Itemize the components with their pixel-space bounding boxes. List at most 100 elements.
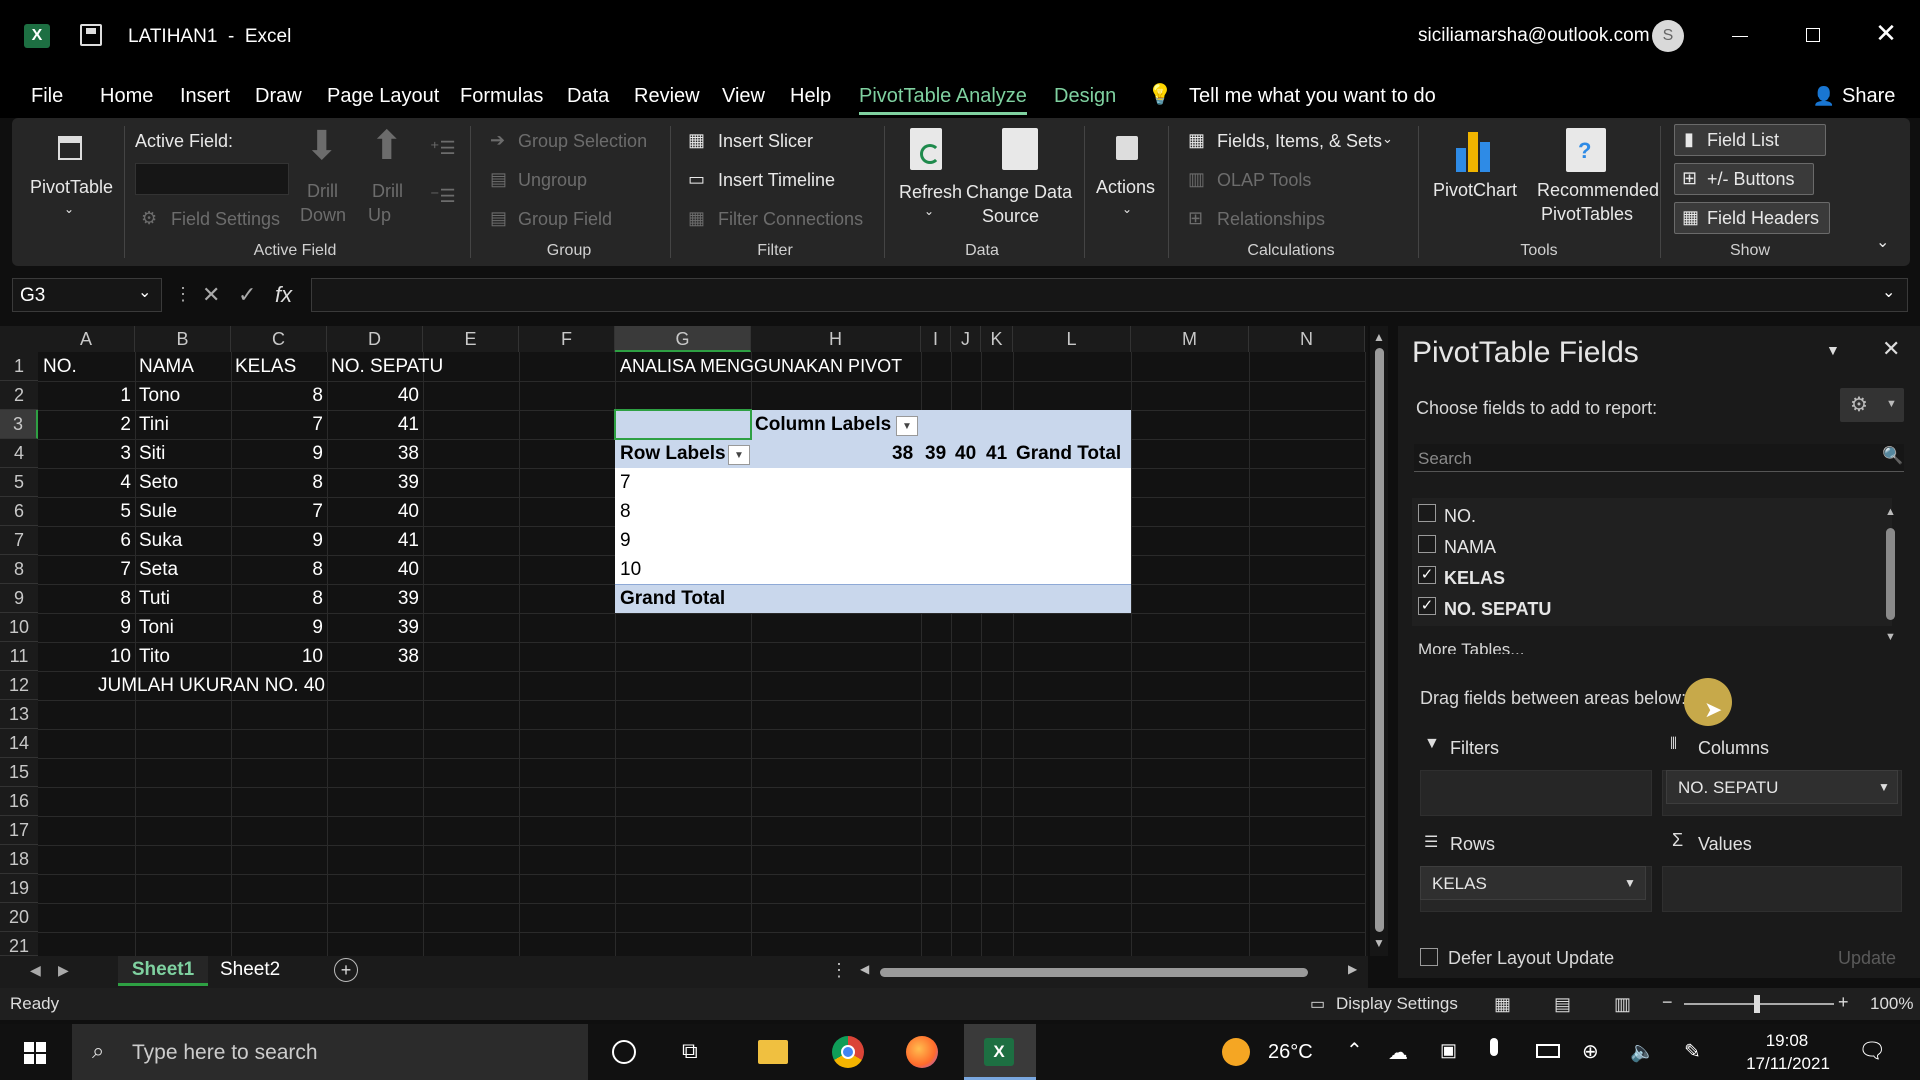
meet-now-icon[interactable]: ▣: [1440, 1040, 1457, 1061]
cell-d8[interactable]: 40: [398, 555, 419, 584]
add-sheet-icon[interactable]: +: [334, 958, 358, 982]
pivot-col-39[interactable]: 39: [925, 439, 946, 468]
filter-connections-button[interactable]: Filter Connections: [718, 209, 863, 230]
recommended-pivottables-button-1[interactable]: Recommended: [1537, 180, 1659, 201]
tab-sheet1[interactable]: Sheet1: [118, 956, 208, 986]
select-all-corner[interactable]: [0, 326, 38, 352]
menu-home[interactable]: Home: [100, 85, 153, 108]
display-settings-button[interactable]: Display Settings: [1336, 994, 1458, 1014]
worksheet-grid[interactable]: A B C D E F G H I J K L M N 1 2 3 4 5 6 …: [0, 326, 1388, 956]
pivot-row-7[interactable]: 7: [620, 468, 631, 497]
collapse-field-icon[interactable]: ⁻☰: [430, 186, 456, 207]
row-header-9[interactable]: 9: [0, 584, 38, 613]
normal-view-icon[interactable]: ▦: [1494, 994, 1511, 1015]
save-icon[interactable]: [80, 24, 102, 46]
cell-a3[interactable]: 2: [120, 410, 131, 439]
defer-layout-label[interactable]: Defer Layout Update: [1448, 948, 1614, 969]
task-view-icon[interactable]: ⧉: [682, 1038, 698, 1064]
fields-scroll-up-icon[interactable]: ▲: [1885, 506, 1896, 518]
clock-time[interactable]: 19:08: [1752, 1031, 1822, 1051]
cell-c10[interactable]: 9: [312, 613, 323, 642]
pane-options-chevron-icon[interactable]: ▼: [1826, 342, 1840, 358]
cell-b6[interactable]: Sule: [139, 497, 177, 526]
col-header-m[interactable]: M: [1131, 326, 1249, 352]
menu-view[interactable]: View: [722, 85, 765, 108]
vertical-scroll-thumb[interactable]: [1375, 348, 1384, 932]
col-header-g[interactable]: G: [615, 326, 751, 352]
col-header-e[interactable]: E: [423, 326, 519, 352]
group-selection-button[interactable]: Group Selection: [518, 131, 647, 152]
cloud-icon[interactable]: ☁: [1388, 1040, 1408, 1065]
cell-b9[interactable]: Tuti: [139, 584, 170, 613]
cell-b2[interactable]: Tono: [139, 381, 180, 410]
row-header-8[interactable]: 8: [0, 555, 38, 584]
cell-b11[interactable]: Tito: [139, 642, 170, 671]
pivotchart-button[interactable]: PivotChart: [1433, 180, 1517, 201]
pivot-row-9[interactable]: 9: [620, 526, 631, 555]
menu-draw[interactable]: Draw: [255, 85, 302, 108]
cell-a11[interactable]: 10: [110, 642, 131, 671]
field-checkbox-no-sepatu[interactable]: ✓: [1418, 597, 1436, 615]
pane-close-icon[interactable]: ✕: [1882, 336, 1900, 362]
col-header-i[interactable]: I: [921, 326, 951, 352]
avatar[interactable]: S: [1652, 20, 1684, 52]
minimize-icon[interactable]: [1732, 36, 1748, 37]
menu-insert[interactable]: Insert: [180, 85, 230, 108]
row-header-19[interactable]: 19: [0, 874, 38, 903]
cell-a9[interactable]: 8: [120, 584, 131, 613]
change-data-source-button-1[interactable]: Change Data: [966, 182, 1072, 203]
drill-up-button-1[interactable]: Drill: [372, 181, 403, 202]
menu-pivottable-analyze[interactable]: PivotTable Analyze: [859, 85, 1027, 108]
col-header-a[interactable]: A: [38, 326, 135, 352]
cell-c8[interactable]: 8: [312, 555, 323, 584]
field-search-input[interactable]: [1414, 444, 1904, 472]
name-box-chevron-icon[interactable]: ⌄: [138, 282, 151, 302]
relationships-button[interactable]: Relationships: [1217, 209, 1325, 230]
cell-a2[interactable]: 1: [120, 381, 131, 410]
cell-b5[interactable]: Seto: [139, 468, 178, 497]
pivot-grand-total-row[interactable]: Grand Total: [620, 584, 725, 613]
row-header-11[interactable]: 11: [0, 642, 38, 671]
ungroup-button[interactable]: Ungroup: [518, 170, 587, 191]
menu-data[interactable]: Data: [567, 85, 609, 108]
refresh-button[interactable]: Refresh: [899, 182, 962, 203]
row-header-4[interactable]: 4: [0, 439, 38, 468]
fields-scroll-down-icon[interactable]: ▼: [1885, 631, 1896, 643]
menu-design[interactable]: Design: [1054, 85, 1116, 108]
field-no-label[interactable]: NO.: [1444, 506, 1476, 527]
pivot-row-8[interactable]: 8: [620, 497, 631, 526]
more-tables-link[interactable]: More Tables...: [1418, 640, 1524, 654]
group-field-button[interactable]: Group Field: [518, 209, 612, 230]
cell-a4[interactable]: 3: [120, 439, 131, 468]
insert-slicer-button[interactable]: Insert Slicer: [718, 131, 813, 152]
row-header-5[interactable]: 5: [0, 468, 38, 497]
cell-c9[interactable]: 8: [312, 584, 323, 613]
cortana-icon[interactable]: [612, 1040, 636, 1064]
chrome-icon[interactable]: [832, 1036, 864, 1068]
tab-prev-icon[interactable]: ◀: [30, 962, 41, 979]
cell-c2[interactable]: 8: [312, 381, 323, 410]
row-header-10[interactable]: 10: [0, 613, 38, 642]
cell-d7[interactable]: 41: [398, 526, 419, 555]
zoom-slider-thumb[interactable]: [1754, 995, 1760, 1013]
insert-function-icon[interactable]: fx: [275, 282, 292, 308]
olap-tools-button[interactable]: OLAP Tools: [1217, 170, 1311, 191]
fields-scroll-thumb[interactable]: [1886, 528, 1895, 620]
values-drop-area[interactable]: [1662, 866, 1902, 912]
zoom-in-icon[interactable]: +: [1838, 992, 1849, 1013]
share-button[interactable]: Share: [1842, 85, 1895, 108]
drill-up-button-2[interactable]: Up: [368, 205, 391, 226]
page-break-view-icon[interactable]: ▥: [1614, 994, 1631, 1015]
insert-timeline-button[interactable]: Insert Timeline: [718, 170, 835, 191]
weather-icon[interactable]: [1222, 1038, 1250, 1066]
rows-field-chevron-icon[interactable]: ▼: [1624, 876, 1636, 890]
columns-field-chevron-icon[interactable]: ▼: [1878, 780, 1890, 794]
cell-b8[interactable]: Seta: [139, 555, 178, 584]
col-header-j[interactable]: J: [951, 326, 981, 352]
menu-review[interactable]: Review: [634, 85, 700, 108]
temperature[interactable]: 26°C: [1268, 1041, 1313, 1064]
cell-d6[interactable]: 40: [398, 497, 419, 526]
drill-down-button-1[interactable]: Drill: [307, 181, 338, 202]
menu-formulas[interactable]: Formulas: [460, 85, 543, 108]
active-field-input[interactable]: [135, 163, 289, 195]
